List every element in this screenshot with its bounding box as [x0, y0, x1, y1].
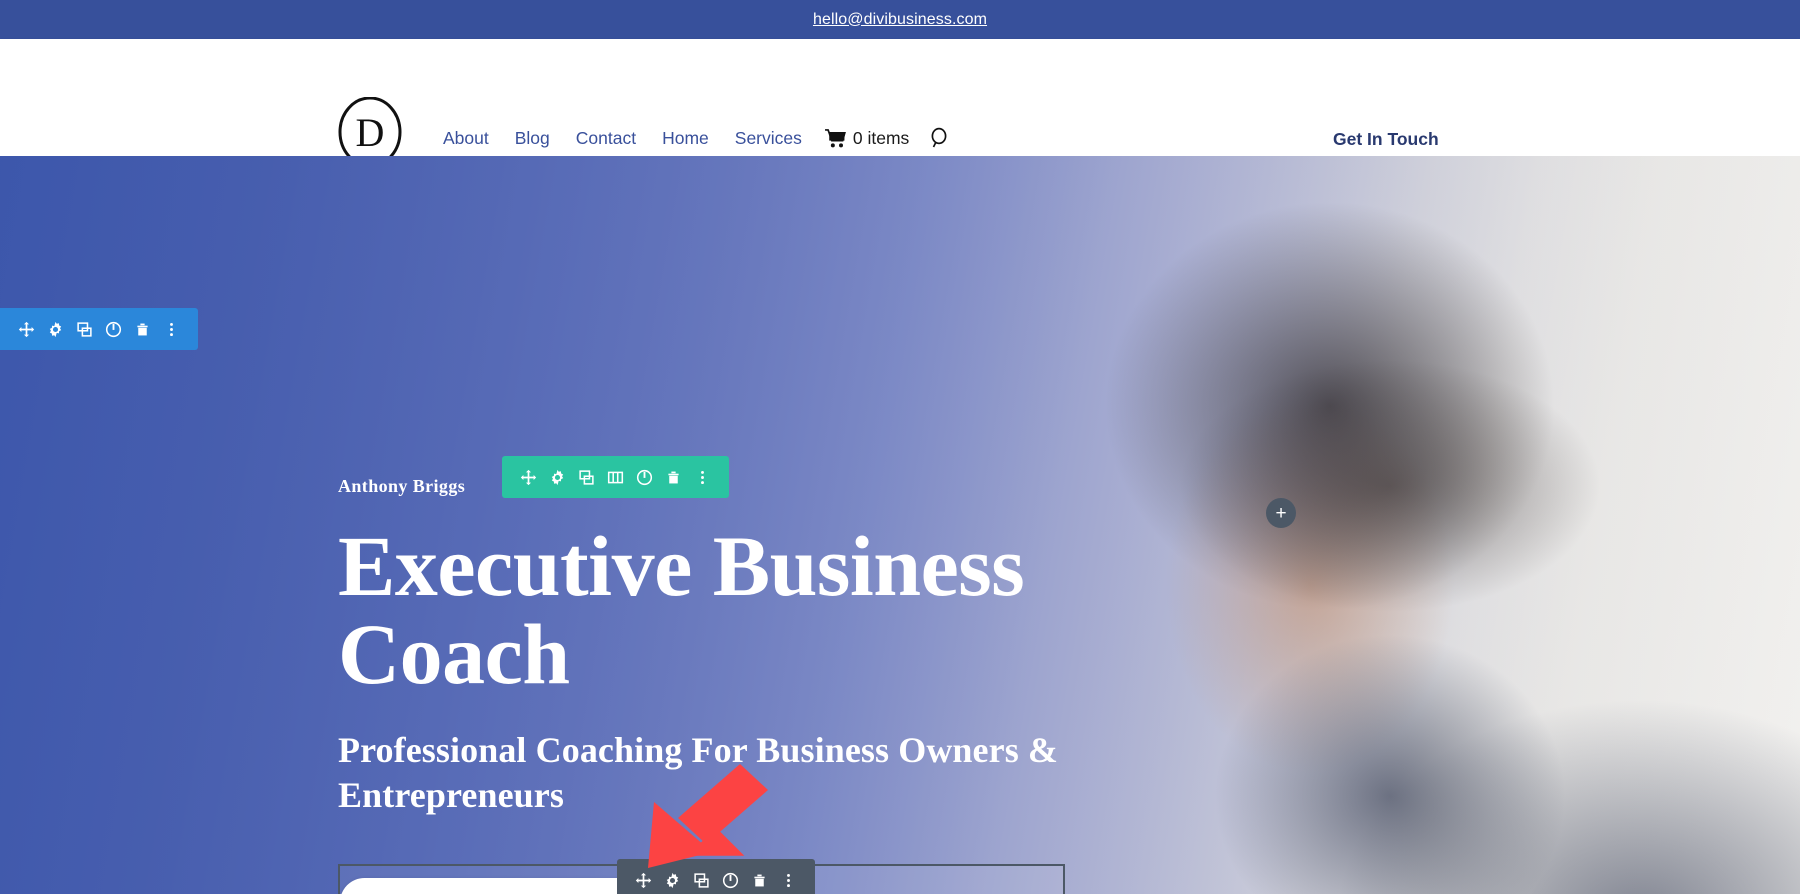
row-toolbar[interactable]: [502, 456, 729, 498]
search-icon: [931, 127, 947, 148]
duplicate-icon[interactable]: [70, 315, 99, 344]
search-button[interactable]: [909, 127, 951, 149]
ellipsis-icon[interactable]: [688, 463, 717, 492]
nav-item-home[interactable]: Home: [649, 128, 722, 149]
hero-content: Anthony Briggs Executive Business Coach …: [338, 476, 1098, 818]
svg-text:D: D: [356, 110, 385, 155]
module-toolbar[interactable]: [617, 859, 815, 894]
site-header: D About Blog Contact Home Services 0 ite…: [0, 39, 1800, 168]
move-icon[interactable]: [514, 463, 543, 492]
hero-section: Anthony Briggs Executive Business Coach …: [0, 156, 1800, 894]
duplicate-icon[interactable]: [572, 463, 601, 492]
nav-item-contact[interactable]: Contact: [563, 128, 649, 149]
get-in-touch-button[interactable]: Get In Touch: [1333, 129, 1439, 150]
power-icon[interactable]: [716, 866, 745, 894]
trash-icon[interactable]: [128, 315, 157, 344]
hero-title: Executive Business Coach: [338, 518, 1025, 702]
ellipsis-icon[interactable]: [774, 866, 803, 894]
trash-icon[interactable]: [659, 463, 688, 492]
top-utility-bar: hello@divibusiness.com: [0, 0, 1800, 39]
nav-item-blog[interactable]: Blog: [502, 128, 563, 149]
power-icon[interactable]: [630, 463, 659, 492]
duplicate-icon[interactable]: [687, 866, 716, 894]
hero-subtitle: Professional Coaching For Business Owner…: [338, 730, 1059, 816]
nav-item-services[interactable]: Services: [722, 128, 815, 149]
add-section-button[interactable]: +: [1266, 498, 1296, 528]
nav-item-about[interactable]: About: [430, 128, 502, 149]
trash-icon[interactable]: [745, 866, 774, 894]
cart-icon: [824, 128, 846, 147]
move-icon[interactable]: [12, 315, 41, 344]
email-link[interactable]: hello@divibusiness.com: [813, 11, 987, 29]
section-toolbar[interactable]: [0, 308, 198, 350]
gear-icon[interactable]: [543, 463, 572, 492]
schedule-consultation-button[interactable]: Schedule a Free Consultation: [340, 878, 656, 894]
ellipsis-icon[interactable]: [157, 315, 186, 344]
power-icon[interactable]: [99, 315, 128, 344]
cart-link[interactable]: 0 items: [815, 128, 909, 149]
cart-item-count: 0 items: [852, 127, 910, 148]
columns-icon[interactable]: [601, 463, 630, 492]
move-icon[interactable]: [629, 866, 658, 894]
primary-navigation: About Blog Contact Home Services 0 items: [430, 127, 951, 149]
gear-icon[interactable]: [658, 866, 687, 894]
gear-icon[interactable]: [41, 315, 70, 344]
